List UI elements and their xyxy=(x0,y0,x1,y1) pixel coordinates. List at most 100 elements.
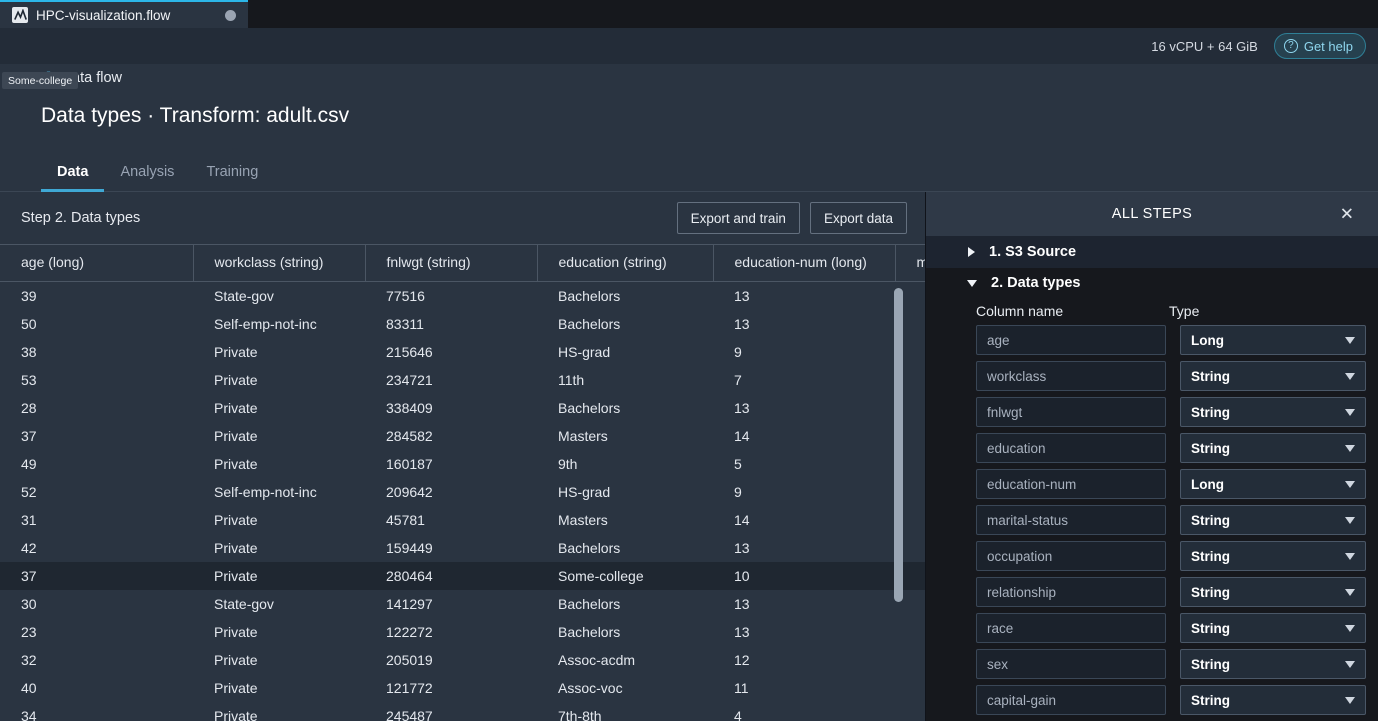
table-cell[interactable]: 13 xyxy=(713,310,895,338)
table-cell[interactable]: Assoc-acdm xyxy=(537,646,713,674)
column-name-input[interactable]: education-num xyxy=(976,469,1166,499)
table-row[interactable]: 34 Private 245487 7th-8th 4 xyxy=(0,702,925,721)
table-cell[interactable]: 122272 xyxy=(365,618,537,646)
column-name-input[interactable]: relationship xyxy=(976,577,1166,607)
breadcrumb[interactable]: ❮ Data flow xyxy=(0,64,1378,92)
table-cell[interactable]: HS-grad xyxy=(537,478,713,506)
table-cell[interactable]: Bachelors xyxy=(537,618,713,646)
table-cell[interactable]: 209642 xyxy=(365,478,537,506)
type-select[interactable]: String xyxy=(1180,577,1366,607)
table-cell[interactable]: 49 xyxy=(0,450,193,478)
table-cell[interactable]: Private xyxy=(193,562,365,590)
table-cell[interactable]: 11 xyxy=(713,674,895,702)
table-cell[interactable]: 11th xyxy=(537,366,713,394)
table-cell[interactable]: 10 xyxy=(713,562,895,590)
table-cell[interactable]: 37 xyxy=(0,422,193,450)
type-select[interactable]: String xyxy=(1180,361,1366,391)
table-cell[interactable]: Private xyxy=(193,646,365,674)
table-cell[interactable]: 7th-8th xyxy=(537,702,713,721)
table-cell[interactable]: 9 xyxy=(713,478,895,506)
table-cell[interactable]: State-gov xyxy=(193,282,365,311)
table-cell[interactable]: 40 xyxy=(0,674,193,702)
column-name-input[interactable]: sex xyxy=(976,649,1166,679)
table-row[interactable]: 53 Private 234721 11th 7 xyxy=(0,366,925,394)
table-cell[interactable]: Self-emp-not-inc xyxy=(193,310,365,338)
column-name-input[interactable]: workclass xyxy=(976,361,1166,391)
table-cell[interactable] xyxy=(895,646,925,674)
column-name-input[interactable]: fnlwgt xyxy=(976,397,1166,427)
table-cell[interactable]: Private xyxy=(193,702,365,721)
type-select[interactable]: String xyxy=(1180,613,1366,643)
table-cell[interactable]: 234721 xyxy=(365,366,537,394)
column-name-input[interactable]: marital-status xyxy=(976,505,1166,535)
table-cell[interactable]: Assoc-voc xyxy=(537,674,713,702)
table-row[interactable]: 37 Private 280464 Some-college 10 xyxy=(0,562,925,590)
table-cell[interactable]: Self-emp-not-inc xyxy=(193,478,365,506)
table-cell[interactable]: 205019 xyxy=(365,646,537,674)
table-row[interactable]: 38 Private 215646 HS-grad 9 xyxy=(0,338,925,366)
table-cell[interactable]: Some-college xyxy=(537,562,713,590)
table-cell[interactable]: Masters xyxy=(537,422,713,450)
column-header-fnlwgt[interactable]: fnlwgt (string) xyxy=(365,244,538,282)
table-cell[interactable]: Private xyxy=(193,534,365,562)
type-select[interactable]: Long xyxy=(1180,325,1366,355)
table-row[interactable]: 37 Private 284582 Masters 14 xyxy=(0,422,925,450)
table-cell[interactable]: 5 xyxy=(713,450,895,478)
table-cell[interactable]: Bachelors xyxy=(537,282,713,311)
table-cell[interactable]: 215646 xyxy=(365,338,537,366)
table-cell[interactable]: 9th xyxy=(537,450,713,478)
table-cell[interactable]: Private xyxy=(193,394,365,422)
column-name-input[interactable]: education xyxy=(976,433,1166,463)
table-cell[interactable]: Private xyxy=(193,338,365,366)
table-cell[interactable]: 39 xyxy=(0,282,193,311)
type-select[interactable]: String xyxy=(1180,397,1366,427)
table-cell[interactable]: Private xyxy=(193,506,365,534)
column-header-age[interactable]: age (long) xyxy=(0,244,194,282)
table-row[interactable]: 28 Private 338409 Bachelors 13 xyxy=(0,394,925,422)
column-header-education[interactable]: education (string) xyxy=(537,244,714,282)
column-name-input[interactable]: occupation xyxy=(976,541,1166,571)
table-cell[interactable]: 9 xyxy=(713,338,895,366)
table-cell[interactable]: 7 xyxy=(713,366,895,394)
table-row[interactable]: 40 Private 121772 Assoc-voc 11 xyxy=(0,674,925,702)
table-cell[interactable]: 83311 xyxy=(365,310,537,338)
table-row[interactable]: 39 State-gov 77516 Bachelors 13 xyxy=(0,282,925,311)
table-cell[interactable] xyxy=(895,674,925,702)
table-cell[interactable]: Private xyxy=(193,450,365,478)
table-cell[interactable] xyxy=(895,618,925,646)
table-cell[interactable]: 14 xyxy=(713,506,895,534)
table-cell[interactable]: 23 xyxy=(0,618,193,646)
table-cell[interactable] xyxy=(895,702,925,721)
table-cell[interactable]: 14 xyxy=(713,422,895,450)
type-select[interactable]: String xyxy=(1180,505,1366,535)
table-cell[interactable]: Masters xyxy=(537,506,713,534)
table-cell[interactable]: 45781 xyxy=(365,506,537,534)
tab-data[interactable]: Data xyxy=(41,164,105,192)
column-header-marital-status[interactable]: ma xyxy=(895,244,925,282)
table-row[interactable]: 30 State-gov 141297 Bachelors 13 xyxy=(0,590,925,618)
table-cell[interactable]: 338409 xyxy=(365,394,537,422)
table-cell[interactable]: Private xyxy=(193,618,365,646)
column-name-input[interactable]: capital-gain xyxy=(976,685,1166,715)
column-header-workclass[interactable]: workclass (string) xyxy=(193,244,366,282)
column-name-input[interactable]: race xyxy=(976,613,1166,643)
table-cell[interactable]: Private xyxy=(193,366,365,394)
table-cell[interactable]: HS-grad xyxy=(537,338,713,366)
table-cell[interactable]: 13 xyxy=(713,394,895,422)
browser-tab[interactable]: HPC-visualization.flow xyxy=(0,0,248,28)
table-cell[interactable]: 12 xyxy=(713,646,895,674)
table-cell[interactable]: 53 xyxy=(0,366,193,394)
table-cell[interactable]: 32 xyxy=(0,646,193,674)
table-cell[interactable]: 13 xyxy=(713,590,895,618)
table-row[interactable]: 50 Self-emp-not-inc 83311 Bachelors 13 xyxy=(0,310,925,338)
table-cell[interactable]: 13 xyxy=(713,534,895,562)
table-cell[interactable]: 280464 xyxy=(365,562,537,590)
table-row[interactable]: 49 Private 160187 9th 5 xyxy=(0,450,925,478)
table-cell[interactable]: 121772 xyxy=(365,674,537,702)
table-cell[interactable]: 159449 xyxy=(365,534,537,562)
table-cell[interactable]: Private xyxy=(193,422,365,450)
table-cell[interactable]: State-gov xyxy=(193,590,365,618)
table-row[interactable]: 42 Private 159449 Bachelors 13 xyxy=(0,534,925,562)
type-select[interactable]: String xyxy=(1180,685,1366,715)
table-row[interactable]: 31 Private 45781 Masters 14 xyxy=(0,506,925,534)
